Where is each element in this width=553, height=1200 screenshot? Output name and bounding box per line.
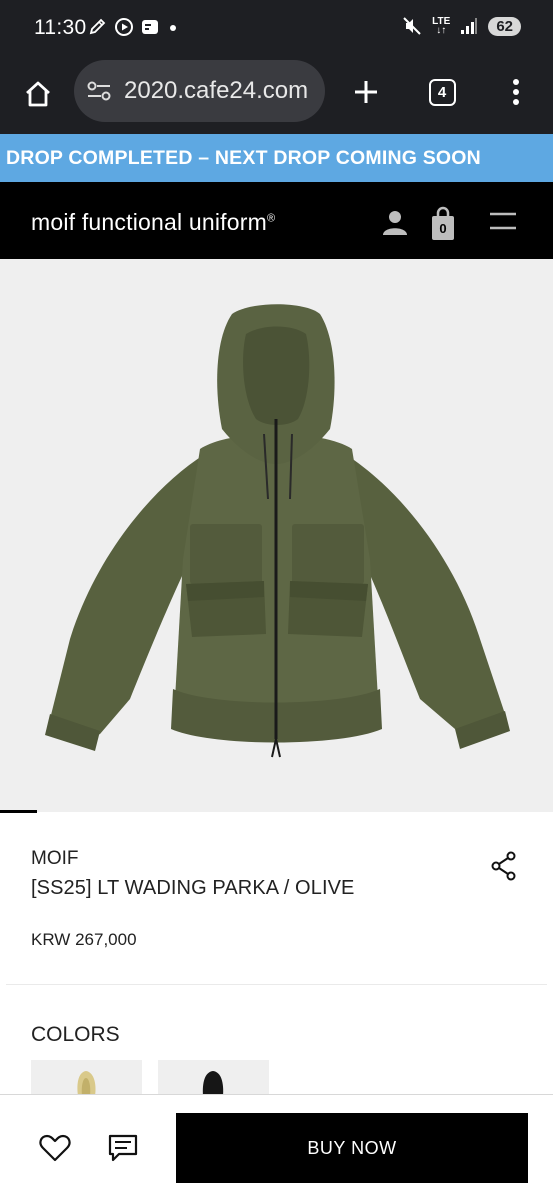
site-logo[interactable]: moif functional uniform®: [31, 209, 275, 236]
status-notification-icons: [88, 17, 180, 37]
buy-now-button[interactable]: BUY NOW: [176, 1113, 528, 1183]
color-swatch-olive-light[interactable]: [31, 1060, 142, 1096]
share-icon: [491, 851, 516, 881]
plus-icon: [355, 81, 377, 103]
url-text: 2020.cafe24.com: [124, 77, 309, 104]
image-slider-indicator: [0, 810, 37, 813]
parka-jacket-image: [45, 304, 510, 758]
product-brand: MOIF: [31, 848, 79, 869]
media-play-icon: [115, 18, 133, 36]
account-button[interactable]: [380, 207, 410, 237]
pencil-icon: [89, 18, 106, 35]
user-icon: [383, 211, 407, 235]
logo-registered-mark: ®: [266, 212, 276, 225]
tab-switcher-button[interactable]: 4: [420, 70, 464, 114]
logo-text: moif functional uniform: [31, 209, 267, 235]
site-settings-icon[interactable]: [86, 79, 112, 103]
product-name: [SS25] LT WADING PARKA / OLIVE: [31, 877, 355, 899]
new-tab-button[interactable]: [344, 70, 388, 114]
promo-banner[interactable]: DROP COMPLETED – NEXT DROP COMING SOON: [0, 134, 553, 182]
status-time: 11:30: [34, 16, 87, 39]
signal-icon: [461, 18, 478, 34]
swatch-thumbnail-light: [77, 1071, 96, 1096]
mute-icon: [403, 17, 421, 35]
comment-icon: [108, 1134, 138, 1162]
product-image[interactable]: [0, 259, 553, 812]
hamburger-icon: [490, 212, 516, 230]
colors-heading: COLORS: [31, 1023, 120, 1046]
cart-button[interactable]: 0: [429, 206, 457, 242]
color-swatch-black[interactable]: [158, 1060, 269, 1096]
battery-level: 62: [488, 16, 521, 36]
cart-count: 0: [439, 221, 447, 236]
share-button[interactable]: [488, 850, 520, 882]
home-button[interactable]: [16, 72, 60, 116]
browser-toolbar: 2020.cafe24.com 4: [0, 56, 553, 134]
tab-count: 4: [428, 78, 456, 106]
swatch-thumbnail-black: [202, 1071, 224, 1096]
more-vertical-icon: [513, 79, 519, 105]
home-icon: [26, 81, 50, 107]
address-bar[interactable]: 2020.cafe24.com: [74, 60, 325, 122]
bottom-action-bar: BUY NOW: [0, 1094, 553, 1200]
review-button[interactable]: [107, 1133, 139, 1163]
app-notification-icon: [142, 20, 158, 34]
network-type: LTE ↓↑: [432, 16, 451, 36]
status-system-icons: LTE ↓↑ 62: [402, 16, 521, 36]
product-price: KRW 267,000: [31, 930, 137, 949]
section-divider: [6, 984, 547, 985]
status-bar: 11:30 LTE ↓↑ 62: [0, 0, 553, 56]
promo-text: DROP COMPLETED – NEXT DROP COMING SOON: [6, 147, 481, 169]
more-notifications-dot-icon: [170, 25, 176, 31]
browser-menu-button[interactable]: [494, 70, 538, 114]
wishlist-button[interactable]: [38, 1133, 72, 1163]
heart-icon: [39, 1134, 71, 1162]
site-menu-button[interactable]: [488, 210, 518, 232]
site-header: moif functional uniform® 0: [0, 182, 553, 259]
